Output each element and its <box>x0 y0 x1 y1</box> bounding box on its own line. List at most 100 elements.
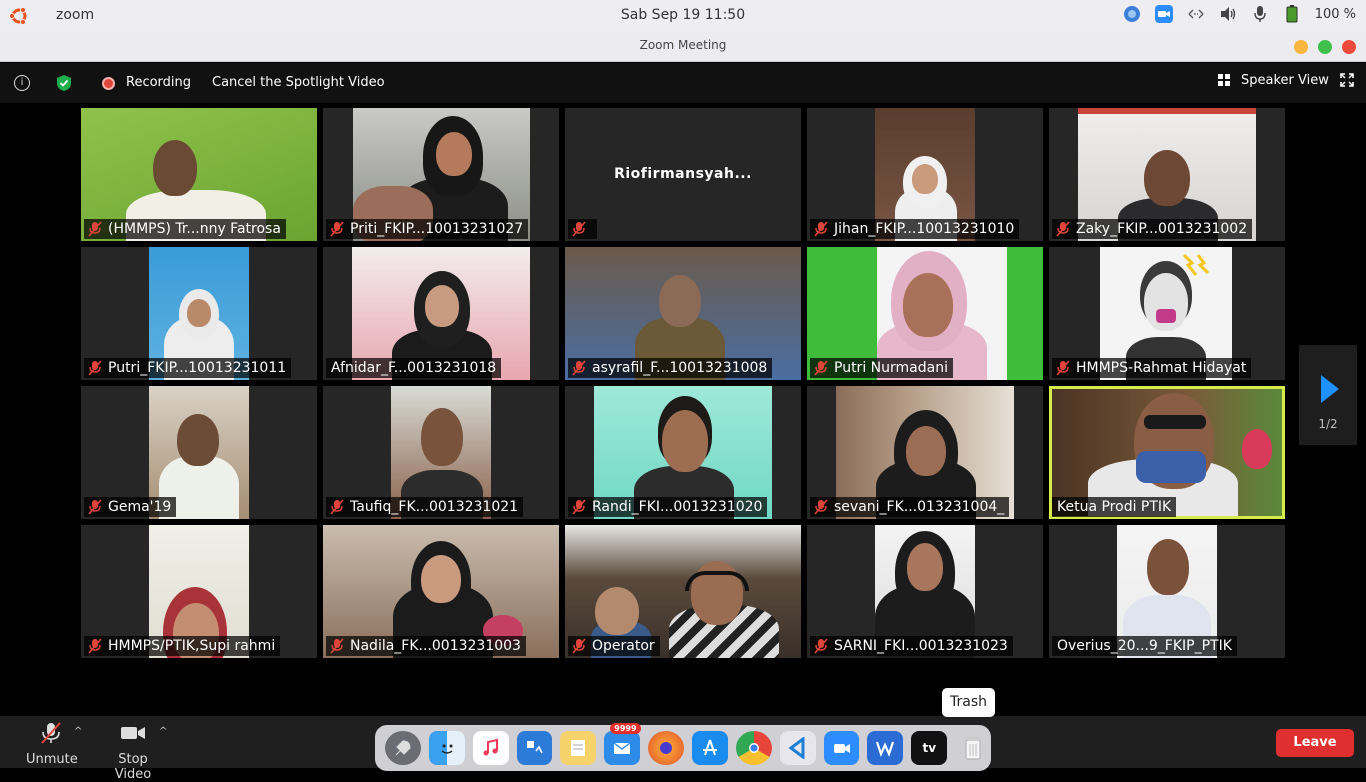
participant-tile[interactable]: Randi_FKI...0013231020 <box>565 386 801 519</box>
recording-dot-icon <box>102 77 115 90</box>
chevron-right-icon <box>1321 375 1339 403</box>
participant-name-label: (HMMPS) Tr...nny Fatrosa <box>84 219 286 239</box>
colorpicker-icon[interactable] <box>1123 5 1141 23</box>
speaker-view-grid-icon[interactable] <box>1218 74 1230 86</box>
system-top-bar: zoom Sab Sep 19 11:50 100 % <box>0 0 1366 32</box>
recording-indicator[interactable]: Recording <box>126 75 191 90</box>
minimize-button[interactable] <box>1294 40 1308 54</box>
info-icon[interactable]: i <box>14 75 30 91</box>
participant-tile[interactable]: Overius_20...9_FKIP_PTIK <box>1049 525 1285 658</box>
participant-name-label: Zaky_FKIP...0013231002 <box>1052 219 1253 239</box>
audio-options-caret-icon[interactable]: ^ <box>74 726 82 737</box>
participant-tile[interactable]: Nadila_FK...0013231003 <box>323 525 559 658</box>
meeting-top-toolbar: i Recording Cancel the Spotlight Video S… <box>0 63 1366 103</box>
wps-icon[interactable] <box>867 731 904 765</box>
security-shield-icon[interactable] <box>56 74 72 92</box>
participant-tile[interactable]: sevani_FK...013231004_ <box>807 386 1043 519</box>
participant-name-label: HMMPS/PTIK,Supi rahmi <box>84 636 281 656</box>
muted-mic-icon <box>88 638 102 654</box>
video-camera-icon <box>121 727 145 739</box>
participant-tile-active-speaker[interactable]: Ketua Prodi PTIK <box>1049 386 1285 519</box>
window-title-bar[interactable]: Zoom Meeting <box>0 32 1366 62</box>
muted-mic-icon <box>1056 360 1070 376</box>
close-button[interactable] <box>1342 40 1356 54</box>
muted-mic-icon <box>572 499 586 515</box>
participant-name-label <box>568 219 597 239</box>
trash-icon[interactable] <box>955 731 991 765</box>
speaker-view-button[interactable]: Speaker View <box>1241 73 1329 88</box>
participant-tile[interactable]: Afnidar_F...0013231018 <box>323 247 559 380</box>
maximize-button[interactable] <box>1318 40 1332 54</box>
muted-mic-icon <box>572 638 586 654</box>
zoom-icon[interactable] <box>823 731 860 765</box>
muted-mic-icon <box>88 221 102 237</box>
participant-tile[interactable]: Gema'19 <box>81 386 317 519</box>
volume-icon[interactable] <box>1219 5 1237 23</box>
participant-tile[interactable]: SARNI_FKI...0013231023 <box>807 525 1043 658</box>
participant-tile[interactable]: Putri_FKIP...10013231011 <box>81 247 317 380</box>
participant-tile[interactable]: Operator <box>565 525 801 658</box>
participant-name-label: sevani_FK...013231004_ <box>810 497 1010 517</box>
participant-tile[interactable]: (HMMPS) Tr...nny Fatrosa <box>81 108 317 241</box>
participant-name-label: Ketua Prodi PTIK <box>1052 497 1177 517</box>
participant-display-name: Riofirmansyah... <box>614 166 752 182</box>
video-options-caret-icon[interactable]: ^ <box>159 726 167 737</box>
unmute-button[interactable]: Unmute <box>26 722 78 767</box>
participant-name-label: Taufiq_FK...0013231021 <box>326 497 524 517</box>
participant-name-label: Operator <box>568 636 660 656</box>
fullscreen-icon[interactable] <box>1340 73 1354 87</box>
notes-icon[interactable] <box>560 731 597 765</box>
cancel-spotlight-button[interactable]: Cancel the Spotlight Video <box>212 75 385 90</box>
participant-tile[interactable]: HMMPS-Rahmat Hidayat <box>1049 247 1285 380</box>
appletv-icon[interactable]: tv <box>911 731 948 765</box>
participant-name-label: HMMPS-Rahmat Hidayat <box>1052 358 1252 378</box>
participant-tile[interactable]: Taufiq_FK...0013231021 <box>323 386 559 519</box>
participant-name-label: Priti_FKIP...10013231027 <box>326 219 529 239</box>
system-tray: 100 % <box>1123 5 1356 23</box>
music-icon[interactable] <box>472 731 509 765</box>
participant-tile[interactable]: Jihan_FKIP...10013231010 <box>807 108 1043 241</box>
participant-name-label: Randi_FKI...0013231020 <box>568 497 768 517</box>
battery-percent: 100 % <box>1314 6 1356 22</box>
appstore-icon[interactable] <box>692 731 728 765</box>
stop-video-button[interactable]: Stop Video <box>100 722 166 782</box>
muted-mic-icon <box>330 221 344 237</box>
muted-mic-icon <box>814 360 828 376</box>
vscode-icon[interactable] <box>779 731 816 765</box>
muted-mic-icon <box>330 499 344 515</box>
dock: 9999 tv <box>375 723 991 771</box>
unmute-label: Unmute <box>26 752 78 767</box>
muted-mic-icon <box>814 638 828 654</box>
participant-name-label: Jihan_FKIP...10013231010 <box>810 219 1020 239</box>
chrome-icon[interactable] <box>735 731 772 765</box>
system-pref-icon[interactable] <box>516 731 553 765</box>
participant-name-label: Putri_FKIP...10013231011 <box>84 358 292 378</box>
network-icon[interactable] <box>1187 5 1205 23</box>
microphone-icon[interactable] <box>1251 5 1269 23</box>
participant-tile[interactable]: Zaky_FKIP...0013231002 <box>1049 108 1285 241</box>
muted-mic-icon <box>572 221 586 237</box>
participant-tile[interactable]: Priti_FKIP...10013231027 <box>323 108 559 241</box>
next-page-button[interactable]: 1/2 <box>1299 345 1357 445</box>
battery-icon[interactable] <box>1283 5 1301 23</box>
appletv-label: tv <box>922 741 937 755</box>
leave-button[interactable]: Leave <box>1276 729 1354 757</box>
gallery-grid: (HMMPS) Tr...nny Fatrosa Priti_FKIP...10… <box>81 108 1285 658</box>
muted-mic-icon <box>814 221 828 237</box>
participant-name-label: asyrafil_F...10013231008 <box>568 358 773 378</box>
stop-video-label: Stop Video <box>114 752 152 782</box>
zoom-tray-icon[interactable] <box>1154 5 1173 23</box>
participant-tile[interactable]: HMMPS/PTIK,Supi rahmi <box>81 525 317 658</box>
muted-mic-icon <box>572 360 586 376</box>
participant-tile[interactable]: asyrafil_F...10013231008 <box>565 247 801 380</box>
finder-icon[interactable] <box>428 731 465 765</box>
participant-name-label: Putri Nurmadani <box>810 358 953 378</box>
rocket-icon[interactable] <box>385 731 421 765</box>
page-indicator: 1/2 <box>1318 417 1338 431</box>
muted-mic-icon <box>814 499 828 515</box>
participant-tile-video-off[interactable]: Riofirmansyah... <box>565 108 801 241</box>
mail-icon[interactable]: 9999 <box>604 723 641 765</box>
muted-mic-icon <box>88 499 102 515</box>
firefox-icon[interactable] <box>648 731 685 765</box>
participant-tile[interactable]: Putri Nurmadani <box>807 247 1043 380</box>
